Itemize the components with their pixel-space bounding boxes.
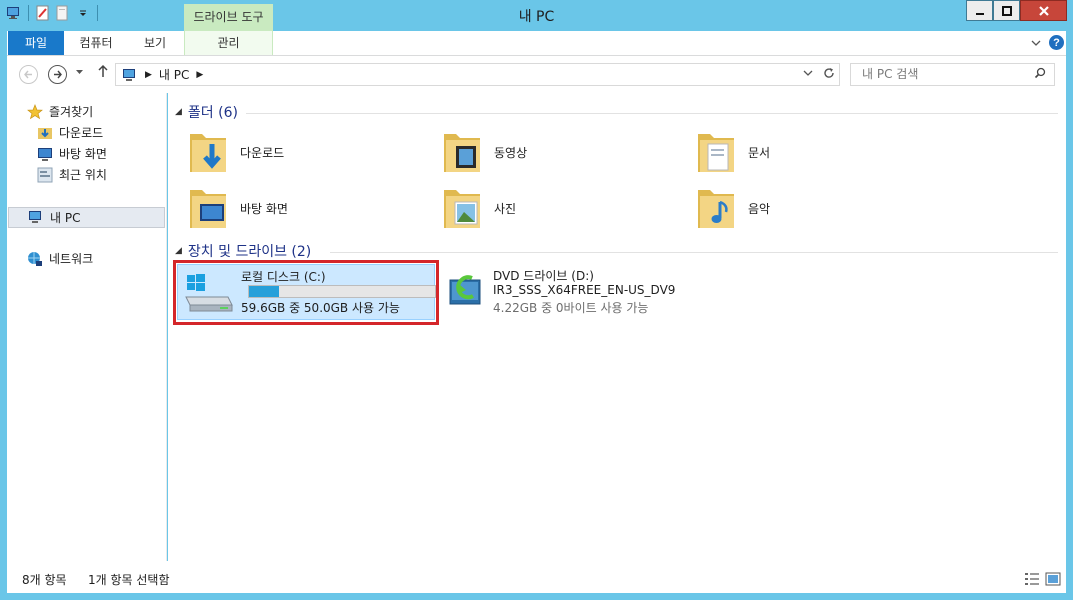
folder-label: 다운로드 bbox=[240, 145, 285, 160]
folder-desktop[interactable]: 바탕 화면 bbox=[188, 184, 288, 232]
folders-group-title: 폴더 (6) bbox=[187, 105, 238, 121]
computer-icon bbox=[123, 68, 135, 81]
folder-label: 문서 bbox=[748, 145, 771, 160]
tab-file[interactable]: 파일 bbox=[8, 31, 64, 55]
nav-item-label: 최근 위치 bbox=[59, 168, 107, 182]
chevron-down-icon bbox=[76, 70, 83, 74]
expand-ribbon-chevron-icon[interactable] bbox=[1031, 38, 1041, 48]
computer-icon bbox=[29, 211, 41, 223]
up-button[interactable] bbox=[97, 64, 109, 82]
drive-dvd-d[interactable]: DVD 드라이브 (D:) IR3_SSS_X64FREE_EN-US_DV9 … bbox=[446, 264, 746, 320]
dvd-drive-icon bbox=[449, 275, 481, 305]
nav-item-label: 내 PC bbox=[50, 211, 81, 225]
network-icon bbox=[28, 251, 42, 266]
folder-music[interactable]: 음악 bbox=[696, 184, 770, 232]
pictures-folder-icon bbox=[444, 190, 480, 228]
drive-name: DVD 드라이브 (D:) bbox=[493, 269, 594, 283]
music-folder-icon bbox=[698, 190, 734, 228]
nav-item-label: 다운로드 bbox=[59, 126, 104, 140]
downloads-folder-icon bbox=[190, 134, 226, 172]
nav-item-network[interactable]: 네트워크 bbox=[27, 250, 93, 267]
forward-arrow-icon bbox=[54, 70, 62, 79]
highlight-box bbox=[173, 260, 439, 325]
status-selection-count: 1개 항목 선택함 bbox=[88, 573, 170, 587]
minimize-button[interactable] bbox=[966, 0, 993, 21]
maximize-button[interactable] bbox=[993, 0, 1020, 21]
nav-item-desktop[interactable]: 바탕 화면 bbox=[37, 145, 107, 162]
recent-locations-dropdown[interactable] bbox=[75, 67, 84, 79]
recent-places-icon bbox=[37, 167, 53, 182]
downloads-folder-icon bbox=[38, 127, 52, 139]
documents-folder-icon bbox=[698, 134, 734, 172]
folder-videos[interactable]: 동영상 bbox=[442, 128, 527, 176]
ribbon-tab-bar: 파일 컴퓨터 보기 관리 ? bbox=[7, 31, 1066, 56]
folder-label: 동영상 bbox=[494, 145, 528, 160]
title-bar: 드라이브 도구 내 PC bbox=[0, 0, 1073, 31]
search-input[interactable]: 내 PC 검색 bbox=[850, 63, 1055, 86]
search-placeholder: 내 PC 검색 bbox=[862, 67, 919, 81]
large-icons-view-icon[interactable] bbox=[1045, 572, 1061, 586]
nav-item-recent[interactable]: 최근 위치 bbox=[37, 166, 107, 183]
status-bar: 8개 항목 1개 항목 선택함 bbox=[7, 561, 1066, 593]
help-icon[interactable]: ? bbox=[1049, 35, 1064, 50]
nav-item-label: 바탕 화면 bbox=[59, 147, 107, 161]
details-view-icon[interactable] bbox=[1024, 572, 1040, 586]
nav-favorites-label: 즐겨찾기 bbox=[49, 105, 94, 119]
folder-pictures[interactable]: 사진 bbox=[442, 184, 516, 232]
folder-documents[interactable]: 문서 bbox=[696, 128, 770, 176]
folder-label: 음악 bbox=[748, 201, 771, 216]
status-item-count: 8개 항목 bbox=[22, 573, 67, 587]
minimize-icon bbox=[975, 12, 984, 15]
back-button[interactable] bbox=[19, 65, 38, 84]
nav-item-label: 네트워크 bbox=[49, 252, 94, 266]
nav-item-downloads[interactable]: 다운로드 bbox=[37, 124, 103, 141]
drive-space-text: 4.22GB 중 0바이트 사용 가능 bbox=[493, 301, 649, 315]
folder-label: 바탕 화면 bbox=[240, 201, 288, 216]
address-row: ▶ 내 PC ▶ 내 PC 검색 bbox=[7, 56, 1066, 93]
tab-manage[interactable]: 관리 bbox=[184, 31, 273, 55]
search-icon[interactable] bbox=[1034, 64, 1046, 91]
folder-label: 사진 bbox=[494, 201, 517, 216]
collapse-caret-icon[interactable]: ◢ bbox=[175, 246, 182, 256]
window-title: 내 PC bbox=[518, 9, 555, 25]
folder-downloads[interactable]: 다운로드 bbox=[188, 128, 284, 176]
breadcrumb-this-pc[interactable]: 내 PC bbox=[159, 66, 189, 83]
drives-group-title: 장치 및 드라이브 (2) bbox=[187, 244, 312, 260]
desktop-icon bbox=[38, 147, 52, 161]
desktop-folder-icon bbox=[190, 190, 226, 228]
refresh-icon[interactable] bbox=[823, 67, 835, 79]
drives-group-header[interactable]: ◢ 장치 및 드라이브 (2) bbox=[175, 241, 311, 261]
collapse-caret-icon[interactable]: ◢ bbox=[175, 107, 182, 117]
nav-favorites[interactable]: 즐겨찾기 bbox=[27, 103, 93, 120]
maximize-icon bbox=[1001, 5, 1012, 16]
forward-button[interactable] bbox=[48, 65, 67, 84]
tab-computer[interactable]: 컴퓨터 bbox=[65, 31, 127, 55]
navigation-pane: 즐겨찾기 다운로드 바탕 화면 최근 위치 내 PC 네트워크 bbox=[7, 93, 167, 561]
nav-item-this-pc[interactable]: 내 PC bbox=[8, 207, 165, 228]
star-icon bbox=[27, 103, 43, 119]
up-arrow-icon bbox=[98, 64, 108, 77]
content-area: ◢ 폴더 (6) 다운로드 동영상 문서 바탕 화면 사진 음악 ◢ 장치 및 … bbox=[168, 93, 1066, 561]
videos-folder-icon bbox=[444, 134, 480, 172]
close-icon bbox=[1038, 5, 1049, 16]
address-history-chevron-icon[interactable] bbox=[803, 67, 813, 79]
drive-volume-label: IR3_SSS_X64FREE_EN-US_DV9 bbox=[493, 283, 676, 297]
back-arrow-icon bbox=[24, 70, 32, 79]
breadcrumb-separator-icon[interactable]: ▶ bbox=[145, 70, 152, 80]
close-button[interactable] bbox=[1020, 0, 1067, 21]
breadcrumb-separator-icon[interactable]: ▶ bbox=[196, 70, 203, 80]
folders-group-header[interactable]: ◢ 폴더 (6) bbox=[175, 102, 238, 122]
address-bar[interactable]: ▶ 내 PC ▶ bbox=[115, 63, 840, 86]
tab-view[interactable]: 보기 bbox=[127, 31, 183, 55]
